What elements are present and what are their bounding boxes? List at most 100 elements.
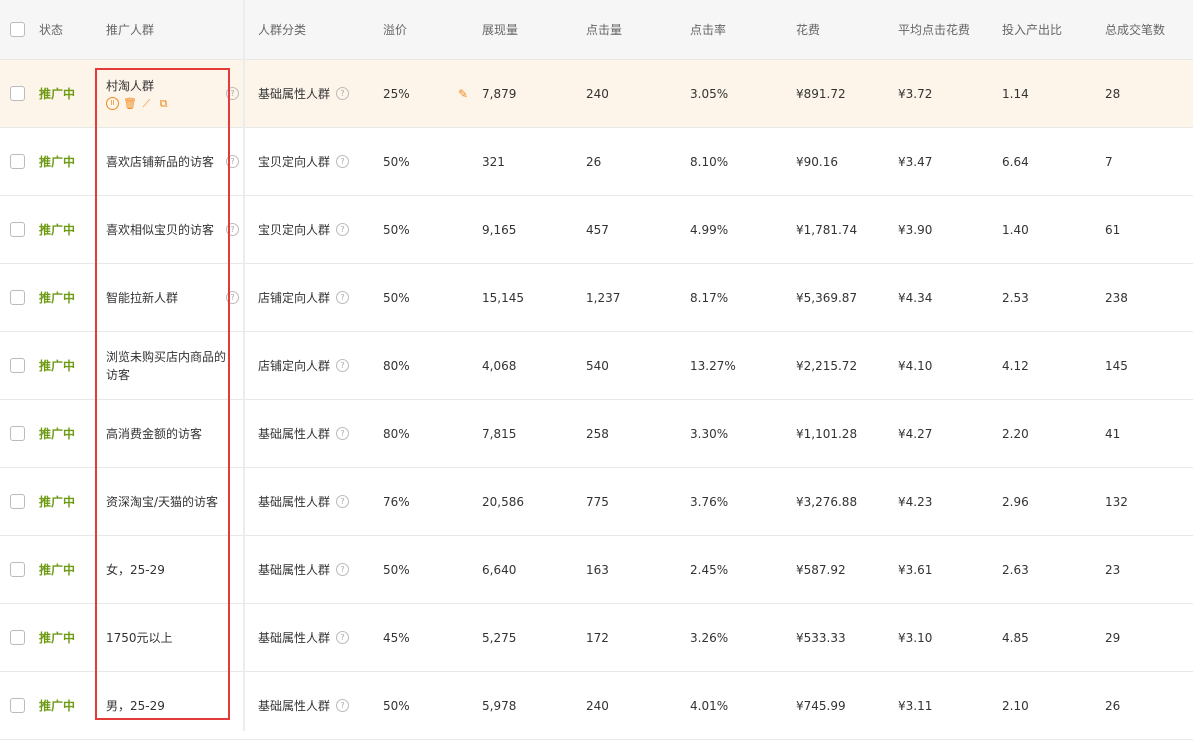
crowd-name: 男，25-29 [106,698,165,713]
crowd-category-cell: 基础属性人群? [258,536,378,603]
question-circle-icon[interactable]: ? [336,699,350,712]
row-checkbox[interactable] [10,562,25,577]
row-select-cell[interactable] [10,536,30,603]
premium[interactable]: 80% [383,400,453,467]
row-select-cell[interactable] [10,196,30,263]
copy-icon[interactable]: ⧉ [157,97,170,110]
row-select-cell[interactable] [10,332,30,399]
header-roi[interactable]: 投入产出比 [1002,0,1092,59]
trash-icon[interactable]: 🗑 [123,97,137,110]
roi: 2.96 [1002,494,1029,509]
table-row[interactable]: 推广中 高消费金额的访客 基础属性人群? 80% 7,815 258 3.30% ¥1,101… [0,400,1193,468]
roi: 4.12 [1002,358,1029,373]
question-circle-icon[interactable]: ? [336,87,350,100]
cpc: ¥3.61 [898,562,933,577]
info-icon[interactable]: ? [226,154,239,168]
ctr: 3.76% [690,494,729,509]
ctr: 13.27% [690,358,736,373]
impressions: 20,586 [482,494,524,509]
header-orders[interactable]: 总成交笔数 [1105,0,1185,59]
header-premium: 溢价 [383,23,408,37]
table-row[interactable]: 推广中 浏览未购买店内商品的访客 店铺定向人群? 80% 4,068 540 13.27% ¥… [0,332,1193,400]
row-select-cell[interactable] [10,604,30,671]
header-ctr[interactable]: 点击率 [690,0,780,59]
impressions: 4,068 [482,358,517,373]
table-row[interactable]: 推广中 男，25-29 基础属性人群? 50% 5,978 240 4.01% ¥745.99… [0,672,1193,740]
question-circle-icon[interactable]: ? [336,631,350,644]
question-circle-icon[interactable]: ? [336,427,350,440]
table-row[interactable]: 推广中 喜欢相似宝贝的访客? 宝贝定向人群? 50% 9,165 457 4.99% ¥1,7… [0,196,1193,264]
premium[interactable]: 45% [383,604,453,671]
premium[interactable]: 50% [383,128,453,195]
roi: 4.85 [1002,630,1029,645]
row-checkbox[interactable] [10,222,25,237]
select-all-cell[interactable] [10,0,30,59]
cost: ¥90.16 [796,154,838,169]
select-all-checkbox[interactable] [10,22,25,37]
premium[interactable]: 80% [383,332,453,399]
question-circle-icon[interactable]: ? [336,495,350,508]
orders: 61 [1105,222,1121,237]
row-checkbox[interactable] [10,358,25,373]
row-checkbox[interactable] [10,494,25,509]
cpc: ¥3.11 [898,698,933,713]
ctr: 4.99% [690,222,729,237]
orders: 28 [1105,86,1121,101]
table-row[interactable]: 推广中 1750元以上 基础属性人群? 45% 5,275 172 3.26% ¥533.33… [0,604,1193,672]
info-icon[interactable]: ? [226,222,239,236]
premium[interactable]: 50% [383,672,453,739]
row-checkbox[interactable] [10,86,25,101]
crowd-name: 高消费金额的访客 [106,426,203,441]
table-row[interactable]: 推广中 资深淘宝/天猫的访客 基础属性人群? 76% 20,586 775 3.76% ¥3,… [0,468,1193,536]
roi: 2.53 [1002,290,1029,305]
row-checkbox[interactable] [10,154,25,169]
ctr: 8.10% [690,154,729,169]
row-select-cell[interactable] [10,60,30,127]
premium[interactable]: 50% [383,196,453,263]
trend-chart-icon[interactable]: ⟋ [140,97,153,110]
header-clicks[interactable]: 点击量 [586,0,676,59]
row-checkbox[interactable] [10,698,25,713]
header-cpc[interactable]: 平均点击花费 [898,0,998,59]
premium[interactable]: 25% [383,60,453,127]
header-impressions[interactable]: 展现量 [482,0,572,59]
question-circle-icon[interactable]: ? [336,563,350,576]
row-select-cell[interactable] [10,400,30,467]
info-icon[interactable]: ? [226,290,239,304]
column-divider [243,0,245,731]
row-select-cell[interactable] [10,468,30,535]
row-select-cell[interactable] [10,128,30,195]
row-select-cell[interactable] [10,264,30,331]
row-checkbox[interactable] [10,290,25,305]
question-circle-icon[interactable]: ? [336,223,350,236]
crowd-category-cell: 店铺定向人群? [258,332,378,399]
premium[interactable]: 50% [383,264,453,331]
row-checkbox[interactable] [10,426,25,441]
status-badge: 推广中 [39,291,76,305]
crowd-category: 基础属性人群 [258,563,331,577]
premium[interactable]: 50% [383,536,453,603]
table-row[interactable]: 推广中 智能拉新人群? 店铺定向人群? 50% 15,145 1,237 8.17% ¥5,3… [0,264,1193,332]
table-row[interactable]: 推广中 村淘人群 II 🗑 ⟋ ⧉? 基础属性人群? 25% ✎ 7,879 240 3.05% ¥89… [0,60,1193,128]
clicks: 240 [586,86,609,101]
header-cost[interactable]: 花费 [796,0,896,59]
clicks: 775 [586,494,609,509]
crowd-name-cell: 女，25-29 [106,536,236,603]
crowd-category-cell: 基础属性人群? [258,604,378,671]
table-row[interactable]: 推广中 喜欢店铺新品的访客? 宝贝定向人群? 50% 321 26 8.10% ¥90.16 ¥… [0,128,1193,196]
row-checkbox[interactable] [10,630,25,645]
table-row[interactable]: 推广中 女，25-29 基础属性人群? 50% 6,640 163 2.45% ¥587.92… [0,536,1193,604]
info-icon[interactable]: ? [226,86,239,100]
question-circle-icon[interactable]: ? [336,291,350,304]
clicks: 163 [586,562,609,577]
question-circle-icon[interactable]: ? [336,155,350,168]
edit-cell[interactable]: ✎ [458,60,474,127]
pencil-icon[interactable]: ✎ [458,87,468,101]
row-select-cell[interactable] [10,672,30,739]
cost: ¥533.33 [796,630,846,645]
premium[interactable]: 76% [383,468,453,535]
crowd-name-cell: 高消费金额的访客 [106,400,236,467]
cpc: ¥4.23 [898,494,933,509]
question-circle-icon[interactable]: ? [336,359,350,372]
pause-icon[interactable]: II [106,97,119,110]
